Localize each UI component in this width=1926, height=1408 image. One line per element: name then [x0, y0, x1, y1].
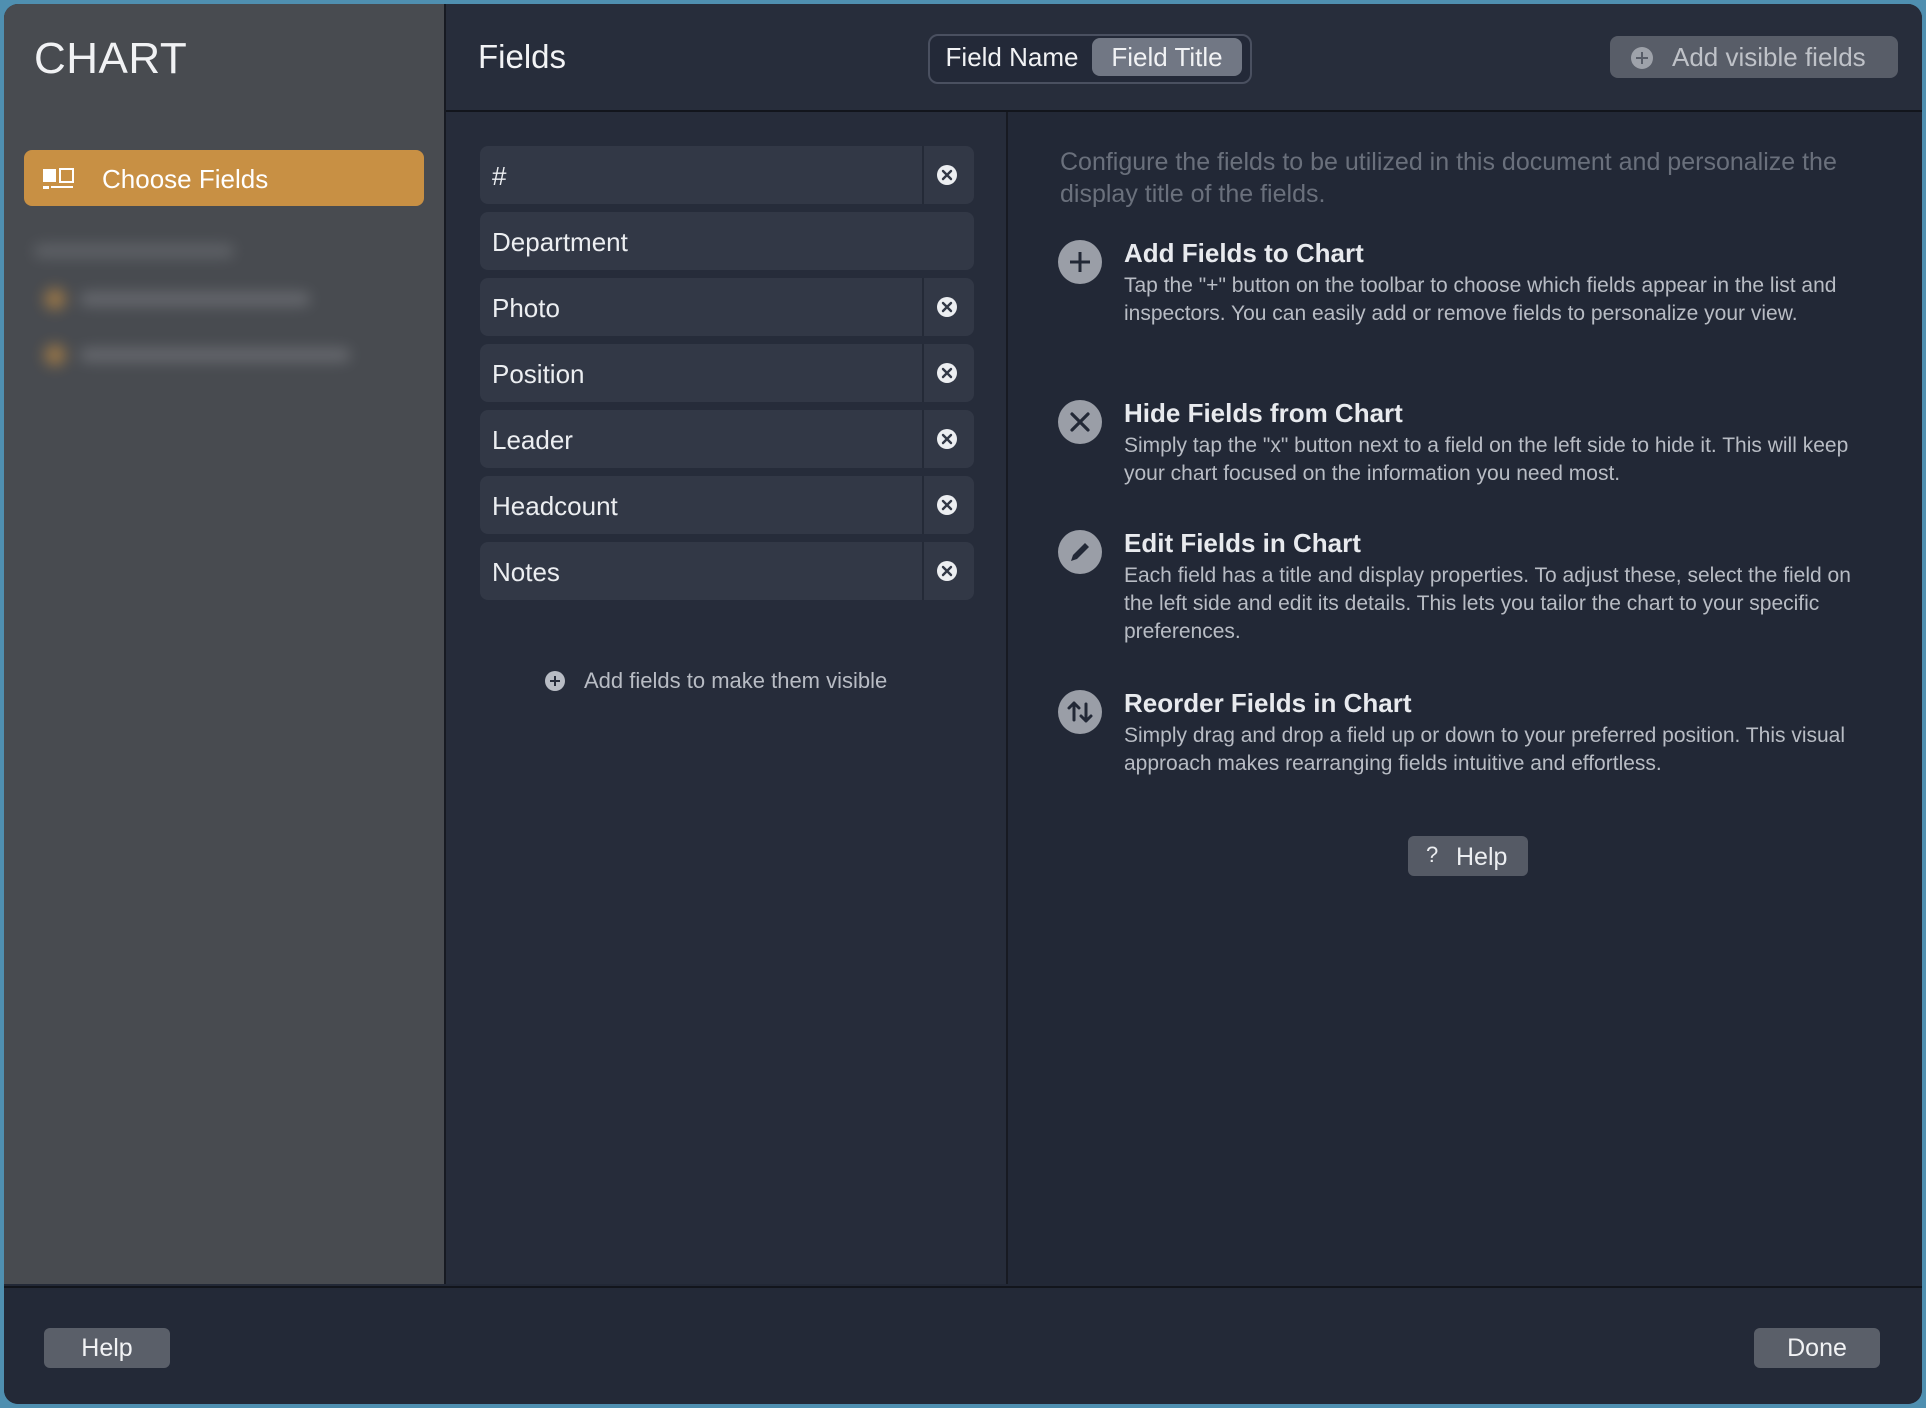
sidebar: CHART Choose Fields [4, 4, 446, 1284]
add-visible-fields-button[interactable]: Add visible fields [1610, 36, 1898, 78]
remove-field-icon[interactable] [936, 296, 958, 318]
field-row-notes[interactable]: Notes [480, 542, 974, 600]
field-label: # [492, 161, 507, 191]
plus-icon [1058, 240, 1102, 284]
page-title: Fields [478, 38, 567, 75]
field-label: Notes [492, 557, 560, 587]
footer: Help Done [4, 1286, 1922, 1404]
topic-title: Reorder Fields in Chart [1124, 688, 1412, 718]
field-list: # Department Photo Position Leader Headc… [446, 112, 1008, 1284]
topic-text: Simply drag and drop a field up or down … [1124, 724, 1846, 775]
add-visible-fields-label: Add visible fields [1672, 42, 1866, 72]
remove-field-icon[interactable] [936, 494, 958, 516]
help-button-label: Help [1456, 843, 1508, 871]
field-display-segmented-control: Field Name Field Title [928, 34, 1252, 84]
done-button[interactable]: Done [1754, 1328, 1880, 1368]
topic-title: Edit Fields in Chart [1124, 528, 1361, 558]
blurred-placeholder [34, 236, 374, 386]
field-row-headcount[interactable]: Headcount [480, 476, 974, 534]
topic-text: Tap the "+" button on the toolbar to cho… [1124, 274, 1837, 325]
pencil-icon [1058, 530, 1102, 574]
field-label: Headcount [492, 491, 618, 521]
topic-title: Add Fields to Chart [1124, 238, 1364, 268]
help-button-inline[interactable]: ? Help [1408, 836, 1528, 876]
remove-field-icon[interactable] [936, 428, 958, 450]
help-panel: Configure the fields to be utilized in t… [1008, 112, 1922, 1284]
dialog-window: CHART Choose Fields Fields Field Name Fi… [4, 4, 1922, 1404]
toolbar: Fields Field Name Field Title Add visibl… [446, 4, 1922, 112]
sidebar-item-label: Choose Fields [102, 164, 269, 194]
field-row-position[interactable]: Position [480, 344, 974, 402]
field-label: Position [492, 359, 585, 389]
remove-field-icon[interactable] [936, 362, 958, 384]
close-icon [1058, 400, 1102, 444]
intro-text: Configure the fields to be utilized in t… [1060, 148, 1837, 208]
field-row-number[interactable]: # [480, 146, 974, 204]
add-fields-label: Add fields to make them visible [584, 668, 888, 693]
field-row-leader[interactable]: Leader [480, 410, 974, 468]
plus-circle-icon [1630, 46, 1654, 70]
field-label: Photo [492, 293, 560, 323]
app-title: CHART [34, 34, 188, 83]
field-row-department[interactable]: Department [480, 212, 974, 270]
topic-text: Simply tap the "x" button next to a fiel… [1124, 434, 1849, 485]
remove-field-icon[interactable] [936, 164, 958, 186]
remove-field-icon[interactable] [936, 560, 958, 582]
field-label: Leader [492, 425, 573, 455]
sidebar-item-choose-fields[interactable]: Choose Fields [24, 150, 424, 206]
plus-circle-icon [544, 670, 566, 692]
field-label: Department [492, 227, 628, 257]
topic-title: Hide Fields from Chart [1124, 398, 1403, 428]
reorder-icon [1058, 690, 1102, 734]
field-row-photo[interactable]: Photo [480, 278, 974, 336]
segment-field-name[interactable]: Field Name [932, 38, 1092, 76]
topic-text: Each field has a title and display prope… [1124, 564, 1851, 643]
question-icon: ? [1426, 842, 1439, 867]
choose-fields-icon [42, 168, 74, 190]
segment-field-title[interactable]: Field Title [1092, 38, 1242, 76]
help-button[interactable]: Help [44, 1328, 170, 1368]
